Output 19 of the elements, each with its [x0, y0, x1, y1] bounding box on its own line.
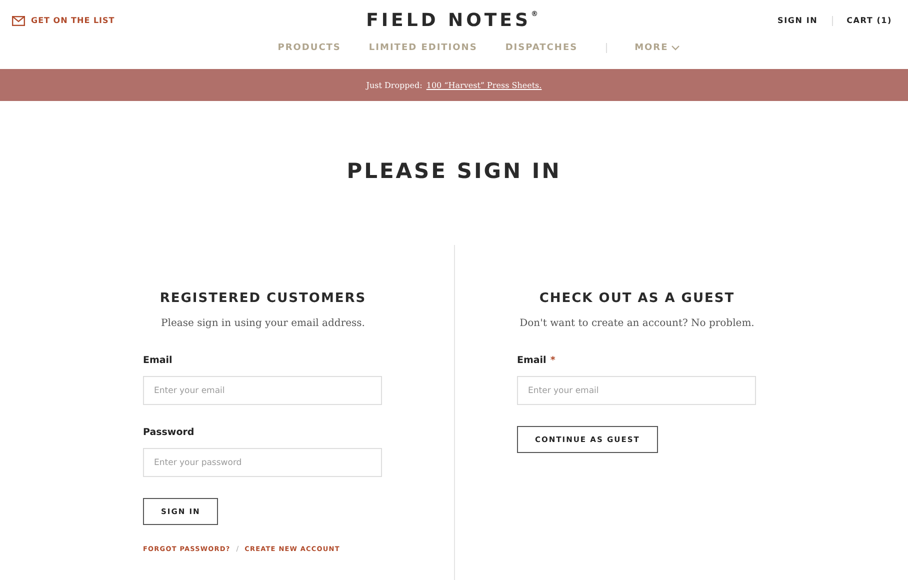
section-title: REGISTERED CUSTOMERS: [158, 291, 368, 306]
input-field[interactable]: Enter your email: [143, 376, 382, 405]
mail-icon: [12, 16, 25, 26]
account-link[interactable]: CART (1): [846, 16, 892, 25]
caret-icon: [671, 45, 680, 51]
page-title: PLEASE SIGN IN: [346, 159, 562, 183]
input-field[interactable]: Enter your email: [517, 376, 756, 405]
newsletter-link[interactable]: GET ON THE LIST: [12, 16, 366, 26]
input-field[interactable]: Enter your password: [143, 448, 382, 477]
field-label: Email: [517, 355, 546, 366]
account-link[interactable]: SIGN IN: [778, 16, 818, 25]
banner-text: Just Dropped:: [366, 80, 422, 90]
section-title: CHECK OUT AS A GUEST: [538, 291, 736, 306]
field-label: Email: [143, 355, 172, 366]
section-subtitle: Please sign in using your email address.: [160, 318, 366, 329]
required-mark: *: [550, 355, 556, 366]
banner-link[interactable]: 100 “Harvest” Press Sheets.: [426, 80, 542, 90]
section-subtitle: Don't want to create an account? No problem.: [518, 318, 756, 329]
field-label: Password: [143, 427, 194, 438]
